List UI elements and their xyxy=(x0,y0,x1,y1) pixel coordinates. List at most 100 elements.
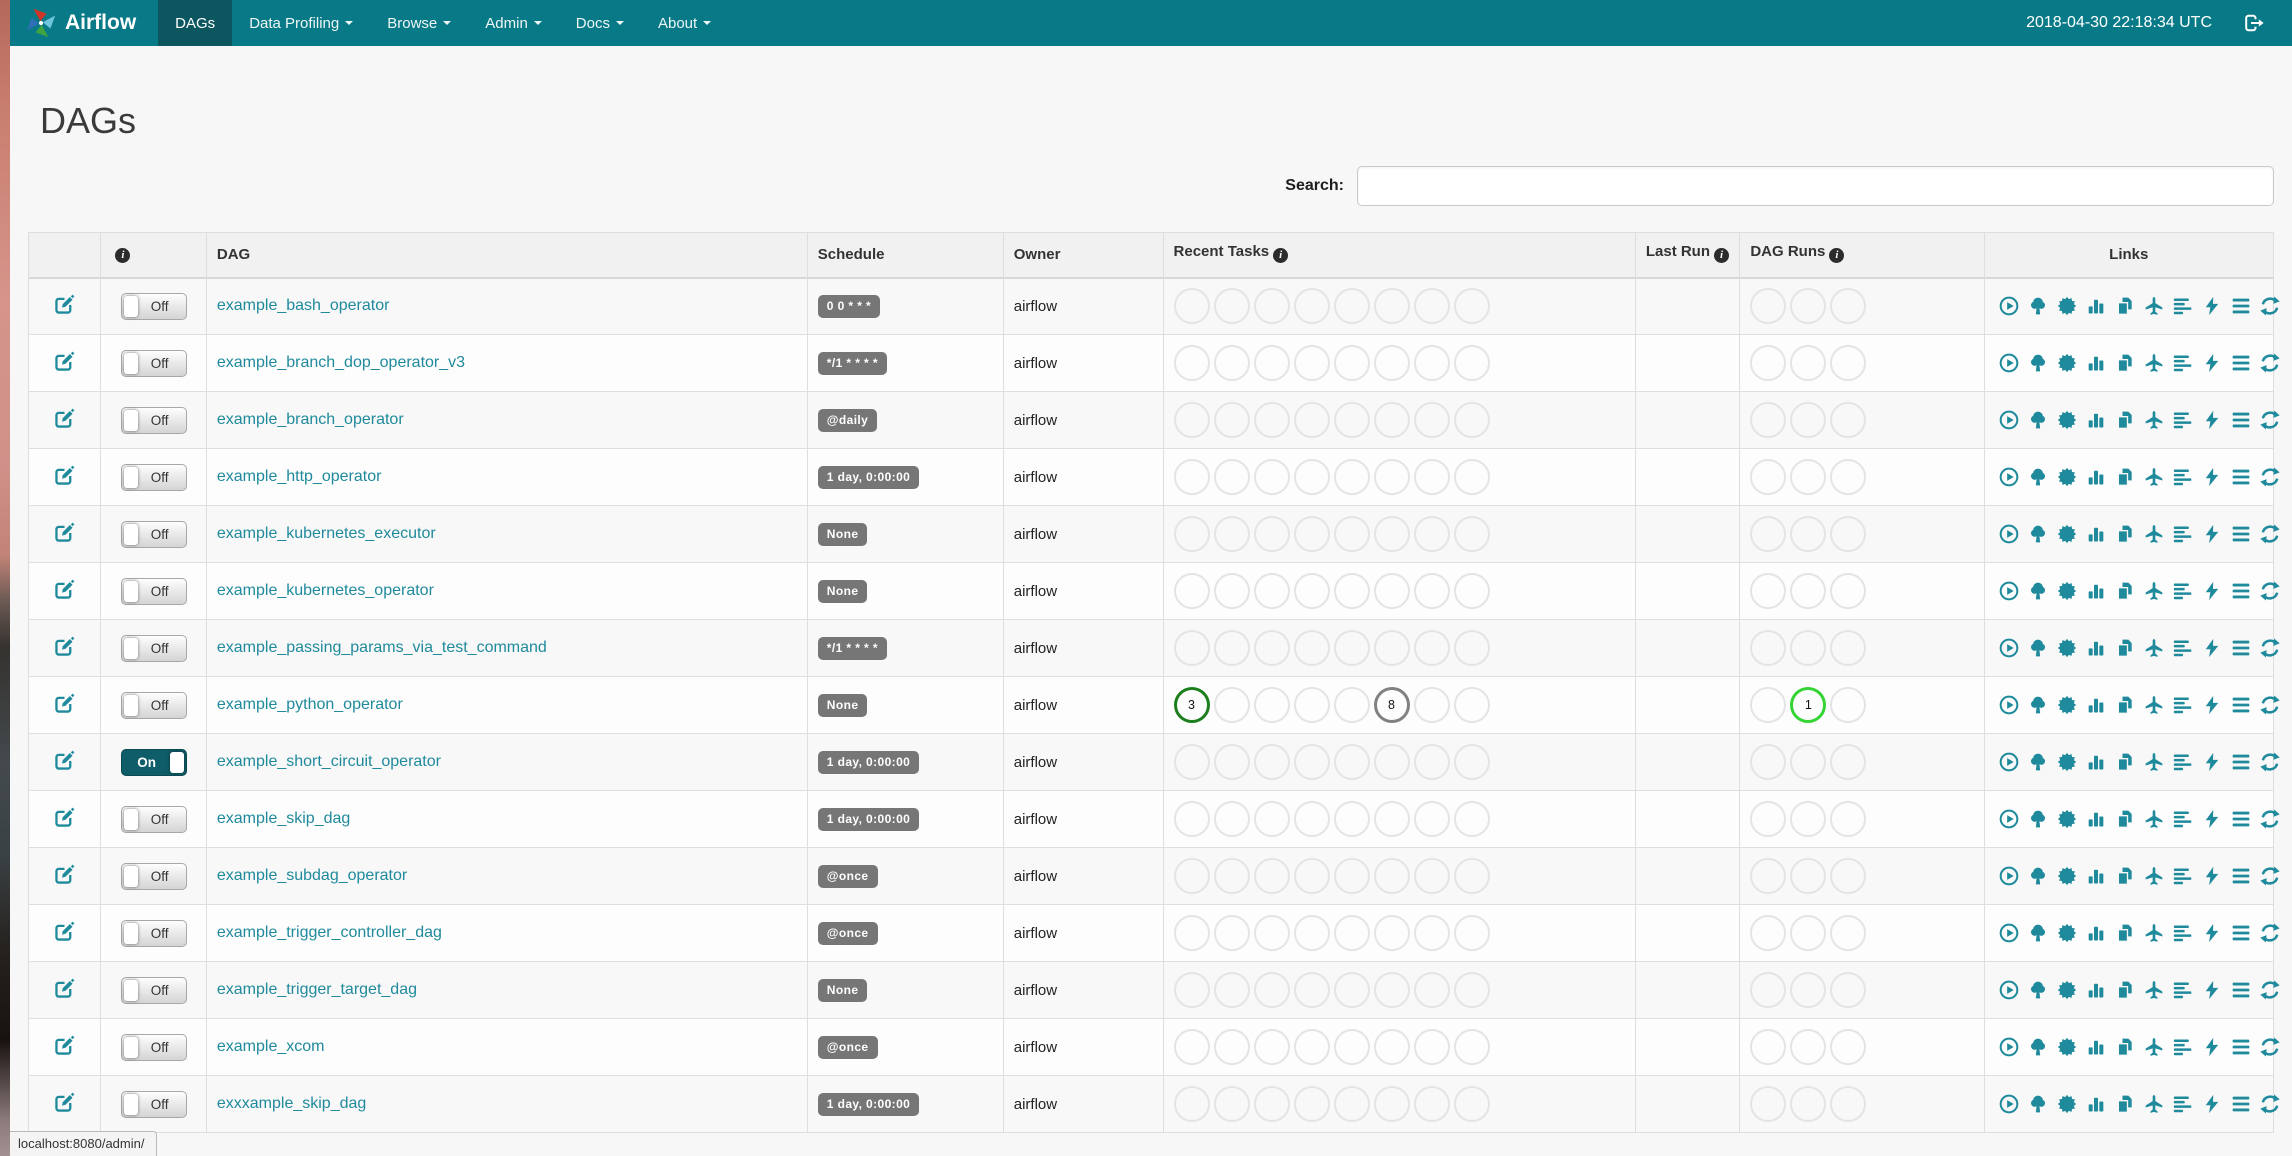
landing-times-icon[interactable] xyxy=(2144,695,2164,715)
tree-view-icon[interactable] xyxy=(2028,638,2048,658)
task-state-circle[interactable] xyxy=(1453,573,1490,609)
tree-view-icon[interactable] xyxy=(2028,866,2048,886)
task-state-circle[interactable] xyxy=(1413,459,1450,495)
task-state-circle[interactable] xyxy=(1253,687,1290,723)
task-state-circle[interactable] xyxy=(1790,573,1827,609)
edit-dag-icon[interactable] xyxy=(53,692,76,719)
task-state-circle[interactable] xyxy=(1750,744,1787,780)
task-duration-icon[interactable] xyxy=(2086,695,2106,715)
task-duration-icon[interactable] xyxy=(2086,638,2106,658)
task-tries-icon[interactable] xyxy=(2115,467,2135,487)
logs-icon[interactable] xyxy=(2231,581,2251,601)
dag-pause-toggle[interactable]: Off xyxy=(120,1033,187,1061)
task-state-circle[interactable] xyxy=(1453,687,1490,723)
dag-pause-toggle[interactable]: Off xyxy=(120,691,187,719)
tree-view-icon[interactable] xyxy=(2028,980,2048,1000)
task-state-circle[interactable] xyxy=(1413,516,1450,552)
task-state-circle[interactable] xyxy=(1213,687,1250,723)
task-state-circle[interactable] xyxy=(1293,687,1330,723)
task-state-circle[interactable] xyxy=(1213,459,1250,495)
task-state-circle[interactable] xyxy=(1830,459,1867,495)
task-state-circle[interactable] xyxy=(1750,573,1787,609)
task-state-circle[interactable] xyxy=(1373,288,1410,325)
trigger-dag-icon[interactable] xyxy=(1999,923,2019,943)
task-state-circle[interactable] xyxy=(1413,1029,1450,1065)
task-state-circle[interactable] xyxy=(1373,573,1410,609)
task-state-circle[interactable] xyxy=(1253,972,1290,1008)
graph-view-icon[interactable] xyxy=(2057,809,2077,829)
edit-dag-icon[interactable] xyxy=(53,635,76,662)
task-state-circle[interactable] xyxy=(1293,972,1330,1008)
task-state-circle[interactable] xyxy=(1750,858,1787,894)
task-state-circle[interactable] xyxy=(1173,915,1210,951)
edit-dag-icon[interactable] xyxy=(53,977,76,1004)
task-state-circle[interactable] xyxy=(1750,915,1787,951)
task-state-circle[interactable] xyxy=(1213,915,1250,951)
task-state-circle[interactable] xyxy=(1373,1086,1410,1122)
task-state-circle[interactable] xyxy=(1253,402,1290,438)
trigger-dag-icon[interactable] xyxy=(1999,809,2019,829)
tree-view-icon[interactable] xyxy=(2028,809,2048,829)
tree-view-icon[interactable] xyxy=(2028,353,2048,373)
task-state-circle[interactable] xyxy=(1173,402,1210,438)
task-state-circle[interactable] xyxy=(1293,573,1330,609)
task-state-circle[interactable] xyxy=(1213,630,1250,666)
task-state-circle[interactable] xyxy=(1830,972,1867,1008)
task-state-circle[interactable] xyxy=(1173,744,1210,780)
task-state-circle[interactable] xyxy=(1453,516,1490,552)
dag-link[interactable]: example_branch_dop_operator_v3 xyxy=(217,354,465,371)
task-state-circle[interactable] xyxy=(1333,744,1370,780)
task-duration-icon[interactable] xyxy=(2086,752,2106,772)
gantt-icon[interactable] xyxy=(2173,581,2193,601)
task-state-circle[interactable] xyxy=(1453,744,1490,780)
graph-view-icon[interactable] xyxy=(2057,1094,2077,1114)
dag-link[interactable]: example_subdag_operator xyxy=(217,867,407,884)
task-state-circle[interactable] xyxy=(1830,573,1867,609)
nav-item-browse[interactable]: Browse xyxy=(370,0,468,46)
logs-icon[interactable] xyxy=(2231,923,2251,943)
task-state-circle[interactable] xyxy=(1750,1086,1787,1122)
task-state-circle[interactable] xyxy=(1453,345,1490,381)
task-state-circle[interactable] xyxy=(1750,402,1787,438)
task-state-circle[interactable]: 8 xyxy=(1373,687,1410,723)
task-state-circle[interactable] xyxy=(1253,573,1290,609)
trigger-dag-icon[interactable] xyxy=(1999,1094,2019,1114)
task-state-circle[interactable] xyxy=(1373,459,1410,495)
landing-times-icon[interactable] xyxy=(2144,353,2164,373)
dag-link[interactable]: example_python_operator xyxy=(217,696,403,713)
dag-link[interactable]: example_http_operator xyxy=(217,468,382,485)
task-tries-icon[interactable] xyxy=(2115,1037,2135,1057)
nav-item-docs[interactable]: Docs xyxy=(559,0,641,46)
logs-icon[interactable] xyxy=(2231,866,2251,886)
task-state-circle[interactable] xyxy=(1373,1029,1410,1065)
task-state-circle[interactable] xyxy=(1293,345,1330,381)
task-state-circle[interactable] xyxy=(1790,516,1827,552)
refresh-icon[interactable] xyxy=(2260,809,2280,829)
code-view-icon[interactable] xyxy=(2202,638,2222,658)
task-state-circle[interactable] xyxy=(1333,516,1370,552)
task-state-circle[interactable] xyxy=(1253,630,1290,666)
task-state-circle[interactable] xyxy=(1253,1029,1290,1065)
dag-link[interactable]: example_passing_params_via_test_command xyxy=(217,639,547,656)
trigger-dag-icon[interactable] xyxy=(1999,581,2019,601)
dag-pause-toggle[interactable]: Off xyxy=(120,976,187,1004)
landing-times-icon[interactable] xyxy=(2144,524,2164,544)
landing-times-icon[interactable] xyxy=(2144,467,2164,487)
task-state-circle[interactable]: 1 xyxy=(1790,687,1827,723)
task-duration-icon[interactable] xyxy=(2086,581,2106,601)
logout-icon[interactable] xyxy=(2242,11,2266,35)
trigger-dag-icon[interactable] xyxy=(1999,752,2019,772)
task-state-circle[interactable] xyxy=(1830,801,1867,837)
edit-dag-icon[interactable] xyxy=(53,407,76,434)
task-state-circle[interactable] xyxy=(1213,288,1250,325)
task-state-circle[interactable] xyxy=(1453,915,1490,951)
tree-view-icon[interactable] xyxy=(2028,581,2048,601)
task-state-circle[interactable] xyxy=(1830,1086,1867,1122)
edit-dag-icon[interactable] xyxy=(53,806,76,833)
task-state-circle[interactable] xyxy=(1173,345,1210,381)
code-view-icon[interactable] xyxy=(2202,296,2222,316)
task-state-circle[interactable] xyxy=(1173,1086,1210,1122)
task-duration-icon[interactable] xyxy=(2086,1094,2106,1114)
task-state-circle[interactable] xyxy=(1790,915,1827,951)
task-state-circle[interactable] xyxy=(1830,630,1867,666)
